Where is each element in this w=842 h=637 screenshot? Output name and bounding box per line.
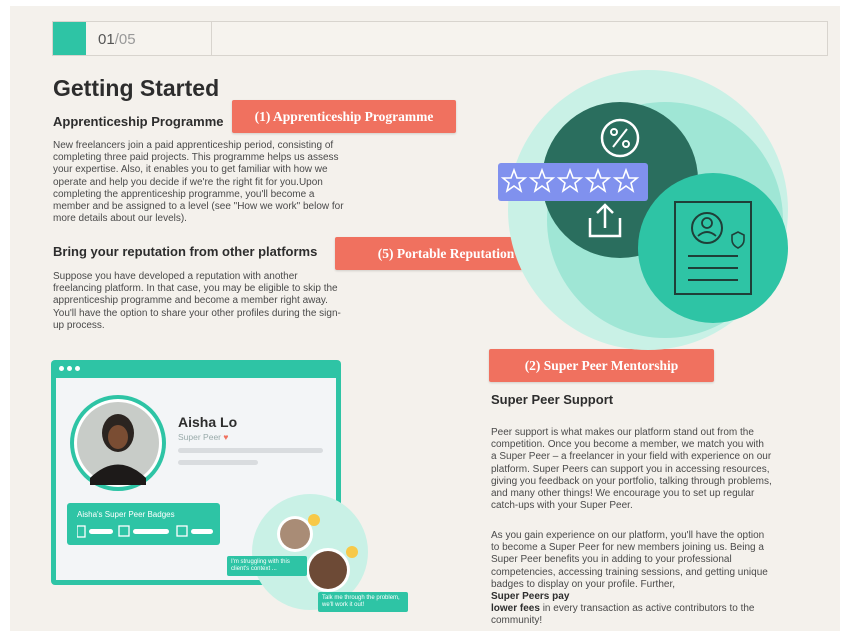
super-peer-line: competencies, accessing training session… [491, 566, 768, 578]
super-peer-line: a Super Peer – a freelancer in your fiel… [491, 451, 772, 463]
page-counter: 01/05 [98, 31, 136, 48]
reputation-line: up process. [53, 319, 105, 331]
callout-apprenticeship: (1) Apprenticeship Programme [232, 100, 456, 133]
reputation-line: You'll have the option to share your oth… [53, 307, 341, 319]
progress-divider [211, 22, 212, 55]
badges-label: Aisha's Super Peer Badges [77, 510, 175, 519]
bold-lower-fees-a: Super Peers pay [491, 591, 570, 603]
apprenticeship-heading: Apprenticeship Programme [53, 114, 224, 129]
super-peer-line: giving you feedback on your portfolio, t… [491, 475, 772, 487]
placeholder-line [178, 448, 323, 453]
apprenticeship-line: completing the apprenticeship programme,… [53, 188, 315, 200]
fees-last: community! [491, 615, 543, 627]
super-peer-text-1: Peer support is what makes our platform … [491, 427, 811, 512]
profile-name: Aisha Lo [178, 414, 238, 430]
window-dot [59, 366, 64, 371]
super-peer-text-2: As you gain experience on our platform, … [491, 530, 811, 628]
progress-swatch [53, 22, 86, 55]
bold-lower-fees-b: lower fees [491, 603, 540, 615]
teal-circle [638, 173, 788, 323]
apprenticeship-line: completing three paid projects. This pro… [53, 152, 339, 164]
super-peer-line: Peer support is what makes our platform … [491, 427, 754, 438]
heart-icon: ♥ [223, 432, 229, 442]
window-dot [67, 366, 72, 371]
window-dot [75, 366, 80, 371]
apprenticeship-line: your expertise. Also, it enables you to … [53, 164, 328, 176]
super-peer-line: badges to display on your profile. Furth… [491, 578, 675, 590]
reputation-illustration [498, 70, 788, 350]
page-title: Getting Started [53, 75, 220, 101]
super-peer-line: As you gain experience on our platform, … [491, 530, 765, 541]
apprenticeship-line: more details about our levels). [53, 213, 187, 225]
apprenticeship-line: member and be assigned to a level (see "… [53, 201, 344, 213]
badges-panel: Aisha's Super Peer Badges [67, 503, 220, 545]
super-peer-line: platform. Super Peers can support you in… [491, 463, 770, 475]
progress-bar: 01/05 [52, 21, 828, 56]
fees-tail: in every transaction as active contribut… [542, 603, 755, 615]
reputation-heading: Bring your reputation from other platfor… [53, 244, 318, 259]
super-peer-line: competition. Once you become a member, w… [491, 439, 764, 451]
super-peer-line: catch-ups with your Super Peer. [491, 500, 633, 512]
super-peer-line: and many other things! We encourage you … [491, 488, 755, 500]
super-peer-line: Super Peer benefits you in adding to you… [491, 554, 732, 566]
apprenticeship-line: operate and help you decide if we're the… [53, 176, 323, 188]
reputation-line: apprenticeship programme and become a me… [53, 295, 328, 307]
reputation-text: Suppose you have developed a reputation … [53, 271, 341, 332]
badge-icons [77, 525, 213, 538]
profile-role: Super Peer ♥ [178, 432, 229, 442]
placeholder-line [178, 460, 258, 465]
super-peer-heading: Super Peer Support [491, 392, 614, 407]
reputation-line: freelancing platform. In that case, you … [53, 283, 338, 295]
apprenticeship-text: New freelancers join a paid apprenticesh… [53, 140, 344, 225]
chat-bubble-2: Talk me through the problem, we'll work … [318, 592, 408, 612]
super-peer-line: to become a Super Peer for new members j… [491, 542, 764, 554]
reputation-line: Suppose you have developed a reputation … [53, 271, 298, 282]
avatar [70, 395, 166, 491]
chat-bubble-1: I'm struggling with this client's contex… [227, 556, 307, 576]
apprenticeship-line: New freelancers join a paid apprenticesh… [53, 140, 334, 151]
